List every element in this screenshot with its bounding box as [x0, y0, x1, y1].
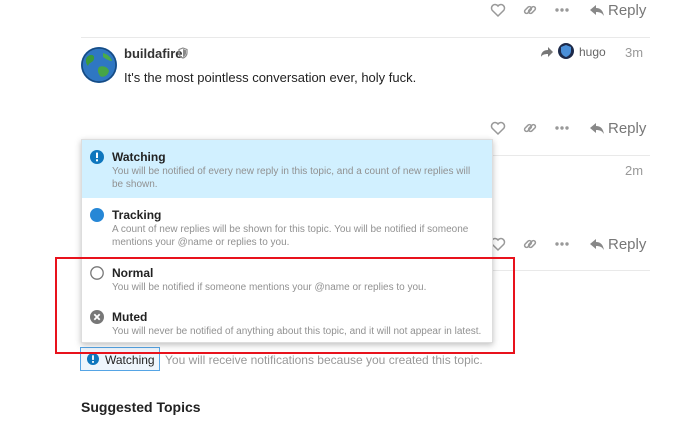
menu-option-description: You will be notified if someone mentions… — [112, 282, 427, 293]
more-options-icon[interactable] — [554, 236, 570, 252]
post-username[interactable]: buildafire — [124, 46, 183, 61]
like-heart-icon[interactable] — [490, 2, 506, 18]
menu-option-title: Tracking — [112, 208, 162, 222]
avatar[interactable] — [81, 47, 117, 83]
notification-reason: You will receive notifications because y… — [165, 353, 483, 367]
globe-avatar-icon — [81, 47, 117, 83]
shield-logo-icon — [561, 45, 571, 57]
notification-level-button[interactable]: Watching — [80, 347, 160, 371]
reply-arrow-icon[interactable] — [589, 120, 605, 136]
suggested-topics-heading: Suggested Topics — [81, 399, 201, 415]
reply-arrow-icon[interactable] — [589, 236, 605, 252]
reply-button-label[interactable]: Reply — [608, 2, 646, 19]
notification-level-label: Watching — [105, 353, 155, 367]
post-body: It's the most pointless conversation eve… — [124, 70, 417, 85]
post-time[interactable]: 3m — [625, 45, 643, 60]
menu-option-title: Normal — [112, 266, 154, 280]
reply-to-username[interactable]: hugo — [579, 45, 606, 59]
reply-arrow-icon[interactable] — [589, 2, 605, 18]
watching-exclamation-icon — [87, 353, 99, 365]
menu-option-description: You will never be notified of anything a… — [112, 326, 482, 337]
menu-option-tracking[interactable]: Tracking A count of new replies will be … — [82, 198, 492, 256]
menu-option-description: You will be notified of every new reply … — [112, 166, 471, 190]
menu-option-title: Muted — [112, 310, 148, 324]
notification-level-menu: Watching You will be notified of every n… — [81, 139, 493, 343]
more-options-icon[interactable] — [554, 2, 570, 18]
menu-option-watching[interactable]: Watching You will be notified of every n… — [82, 140, 492, 198]
reply-button-label[interactable]: Reply — [608, 236, 646, 253]
menu-option-muted[interactable]: Muted You will never be notified of anyt… — [82, 300, 492, 344]
muted-x-circle-icon — [90, 310, 104, 324]
share-link-icon[interactable] — [522, 120, 538, 136]
post-divider — [81, 37, 650, 38]
share-link-icon[interactable] — [522, 236, 538, 252]
more-options-icon[interactable] — [554, 120, 570, 136]
normal-circle-outline-icon — [90, 266, 104, 280]
menu-option-title: Watching — [112, 150, 166, 164]
like-heart-icon[interactable] — [490, 120, 506, 136]
menu-option-normal[interactable]: Normal You will be notified if someone m… — [82, 256, 492, 300]
post-time[interactable]: 2m — [625, 163, 643, 178]
reply-to-avatar[interactable] — [558, 43, 574, 59]
menu-option-description: A count of new replies will be shown for… — [112, 224, 469, 248]
share-link-icon[interactable] — [522, 2, 538, 18]
moderator-shield-icon — [178, 47, 188, 59]
reply-button-label[interactable]: Reply — [608, 120, 646, 137]
watching-exclamation-icon — [90, 150, 104, 164]
tracking-circle-icon — [90, 208, 104, 222]
reply-to-arrow-icon[interactable] — [540, 45, 554, 59]
